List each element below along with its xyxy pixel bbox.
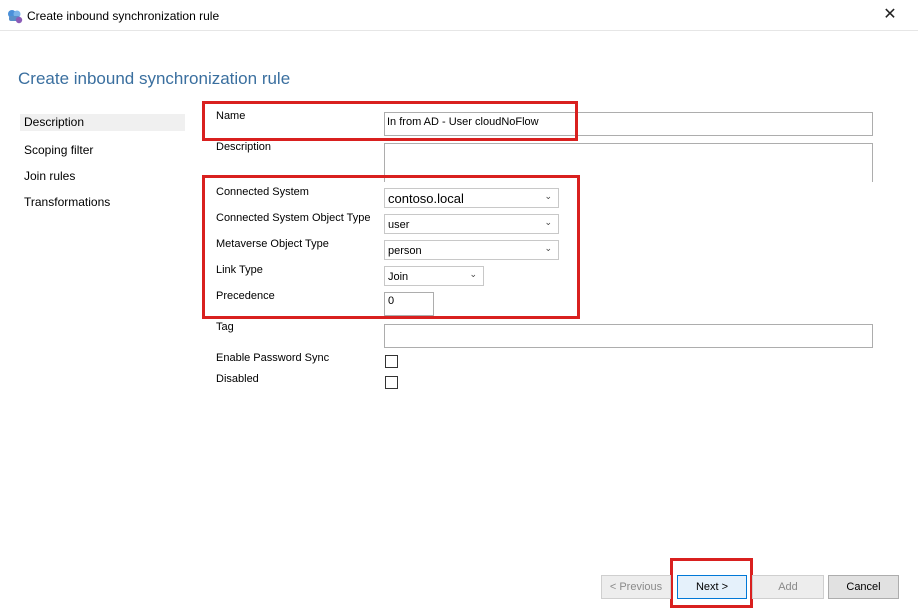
chevron-down-icon: ⌄ — [469, 269, 477, 279]
previous-button[interactable]: < Previous — [601, 575, 671, 599]
connected-system-select[interactable]: contoso.local ⌄ — [384, 188, 559, 208]
link-type-label: Link Type — [216, 264, 263, 276]
enable-password-sync-checkbox[interactable] — [385, 355, 398, 368]
nav-item-transformations[interactable]: Transformations — [20, 192, 185, 218]
nav-item-join-rules[interactable]: Join rules — [20, 166, 185, 192]
cs-object-type-label: Connected System Object Type — [216, 212, 371, 224]
nav-item-description[interactable]: Description — [20, 114, 185, 131]
description-textarea[interactable] — [384, 143, 873, 182]
chevron-down-icon: ⌄ — [544, 243, 552, 253]
precedence-input[interactable]: 0 — [384, 292, 434, 316]
connected-system-value: contoso.local — [388, 191, 464, 206]
cs-object-type-value: user — [388, 219, 410, 231]
link-type-select[interactable]: Join ⌄ — [384, 266, 484, 286]
nav-item-scoping-filter[interactable]: Scoping filter — [20, 140, 185, 166]
disabled-label: Disabled — [216, 373, 259, 385]
cancel-button[interactable]: Cancel — [828, 575, 899, 599]
mv-object-type-value: person — [388, 245, 422, 257]
close-icon[interactable]: ✕ — [876, 2, 904, 28]
enable-password-sync-label: Enable Password Sync — [216, 352, 330, 364]
title-bar: Create inbound synchronization rule ✕ — [0, 0, 918, 31]
chevron-down-icon: ⌄ — [544, 217, 552, 227]
add-button[interactable]: Add — [752, 575, 824, 599]
disabled-checkbox[interactable] — [385, 376, 398, 389]
tag-input[interactable] — [384, 324, 873, 348]
cs-object-type-select[interactable]: user ⌄ — [384, 214, 559, 234]
link-type-value: Join — [388, 271, 409, 283]
name-label: Name — [216, 110, 246, 122]
description-label: Description — [216, 141, 272, 153]
next-button[interactable]: Next > — [677, 575, 747, 599]
page-title: Create inbound synchronization rule — [18, 69, 291, 88]
wizard-nav: Description Scoping filter Join rules Tr… — [20, 114, 185, 218]
window-title: Create inbound synchronization rule — [27, 9, 220, 23]
precedence-label: Precedence — [216, 290, 275, 302]
mv-object-type-label: Metaverse Object Type — [216, 238, 329, 250]
connected-system-label: Connected System — [216, 186, 309, 198]
sync-app-icon — [8, 10, 23, 24]
chevron-down-icon: ⌄ — [544, 191, 552, 201]
tag-label: Tag — [216, 321, 234, 333]
name-input[interactable]: In from AD - User cloudNoFlow — [384, 112, 873, 136]
mv-object-type-select[interactable]: person ⌄ — [384, 240, 559, 260]
